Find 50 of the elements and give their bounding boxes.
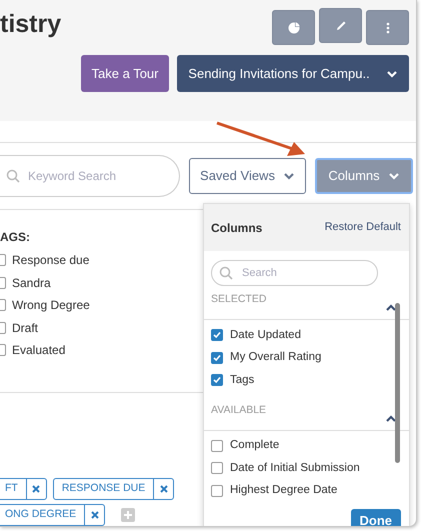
search-icon bbox=[6, 169, 20, 183]
search-icon bbox=[219, 266, 233, 280]
close-icon bbox=[32, 485, 40, 493]
checkbox[interactable] bbox=[211, 329, 223, 342]
chart-button[interactable] bbox=[272, 10, 315, 45]
tour-button[interactable]: Take a Tour bbox=[81, 55, 169, 92]
column-label: Date of Initial Submission bbox=[230, 460, 360, 476]
collapse-icon[interactable] bbox=[385, 412, 397, 424]
filter-chip: RESPONSE DUE bbox=[52, 478, 174, 500]
column-label: Highest Degree Date bbox=[230, 483, 338, 498]
restore-default-link[interactable]: Restore Default bbox=[324, 219, 401, 236]
tag-label: Sandra bbox=[12, 274, 51, 292]
chart-icon bbox=[286, 20, 300, 34]
checkbox[interactable] bbox=[211, 440, 223, 452]
edit-button[interactable] bbox=[319, 8, 362, 43]
column-label: Tags bbox=[230, 372, 254, 388]
column-label: Date Updated bbox=[230, 328, 301, 343]
chevron-icon bbox=[388, 170, 400, 182]
section-heading: SELECTED bbox=[211, 292, 266, 307]
add-icon[interactable] bbox=[121, 508, 136, 522]
column-label: Complete bbox=[230, 438, 280, 454]
page-title: tistry bbox=[0, 10, 62, 38]
saved-views-dropdown[interactable]: Saved Views bbox=[189, 158, 306, 194]
section-heading: AVAILABLE bbox=[211, 402, 266, 418]
columns-dropdown[interactable]: Columns bbox=[315, 158, 413, 194]
search-field[interactable]: Keyword Search bbox=[0, 155, 180, 197]
menu-title: Columns bbox=[211, 220, 262, 236]
filter-chip: ONG DEGREE bbox=[0, 504, 106, 526]
search-field[interactable]: Search bbox=[211, 260, 378, 286]
checkbox[interactable] bbox=[211, 462, 223, 474]
tag-label: Draft bbox=[12, 320, 38, 337]
checkbox[interactable] bbox=[211, 484, 223, 497]
scrollbar[interactable] bbox=[395, 303, 400, 463]
done-button[interactable]: Done bbox=[350, 509, 401, 526]
check-icon bbox=[213, 376, 221, 384]
checkbox[interactable] bbox=[211, 352, 223, 364]
tags-heading: AGS: bbox=[0, 229, 30, 246]
chevron-icon bbox=[282, 170, 295, 182]
more-button[interactable] bbox=[366, 10, 409, 45]
filter-chip: FT bbox=[0, 478, 47, 500]
campaign-dropdown[interactable]: Sending Invitations for Campu.. bbox=[177, 55, 409, 92]
tag-label: Evaluated bbox=[12, 342, 66, 360]
checkbox[interactable] bbox=[211, 374, 223, 386]
close-icon bbox=[90, 511, 99, 519]
close-icon bbox=[160, 485, 168, 493]
column-label: My Overall Rating bbox=[230, 350, 322, 366]
check-icon bbox=[213, 354, 221, 362]
check-icon bbox=[213, 331, 221, 340]
tag-label: Response due bbox=[12, 252, 90, 270]
tag-label: Wrong Degree bbox=[12, 297, 90, 314]
